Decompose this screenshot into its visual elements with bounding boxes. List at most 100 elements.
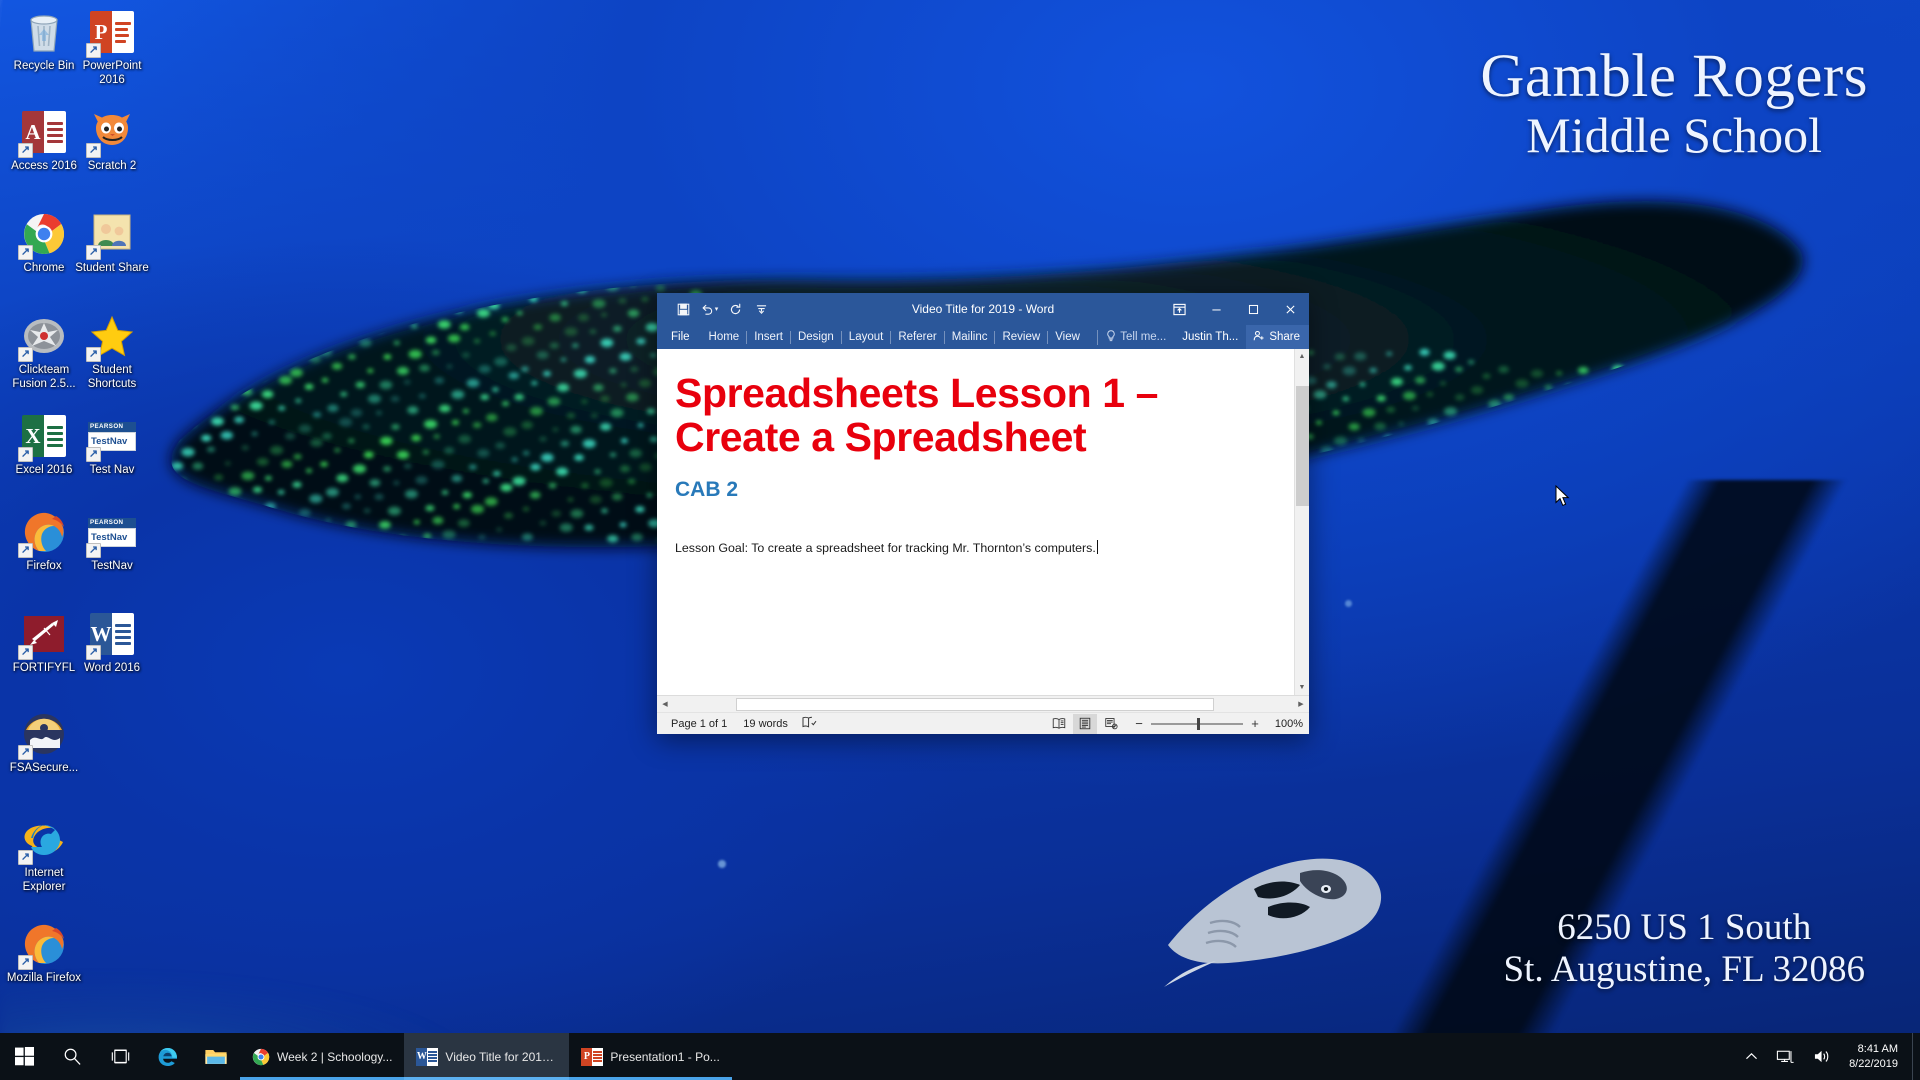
- show-hidden-icons-chevron[interactable]: [1736, 1033, 1767, 1080]
- vertical-scroll-thumb[interactable]: [1295, 386, 1309, 506]
- pearson-testnav-icon: PEARSON TestNav: [86, 508, 136, 558]
- document-body-area[interactable]: Spreadsheets Lesson 1 – Create a Spreads…: [657, 349, 1309, 695]
- shortcut-overlay-icon: [18, 245, 33, 260]
- edge-icon[interactable]: [144, 1033, 192, 1080]
- taskbar-task-label: Presentation1 - Po...: [610, 1049, 720, 1064]
- scroll-right-arrow-icon[interactable]: ▶: [1293, 697, 1309, 712]
- volume-icon[interactable]: [1804, 1033, 1841, 1080]
- zoom-in-button[interactable]: +: [1249, 716, 1261, 731]
- shortcut-overlay-icon: [18, 347, 33, 362]
- taskbar-clock[interactable]: 8:41 AM 8/22/2019: [1841, 1033, 1912, 1080]
- view-mode-buttons[interactable]: [1047, 713, 1123, 734]
- show-desktop-button[interactable]: [1912, 1033, 1920, 1080]
- scroll-down-arrow-icon[interactable]: ▼: [1294, 680, 1309, 695]
- desktop-icon-word-2016[interactable]: W Word 2016: [74, 610, 150, 676]
- system-tray[interactable]: 8:41 AM 8/22/2019: [1736, 1033, 1920, 1080]
- window-control-buttons[interactable]: [1161, 293, 1309, 325]
- desktop-icon-fsasecure[interactable]: FSASecure...: [6, 710, 82, 776]
- document-page[interactable]: Spreadsheets Lesson 1 – Create a Spreads…: [657, 349, 1294, 695]
- word-ribbon-tabs[interactable]: File Home Insert Design Layout Referer Mailin…: [657, 325, 1309, 349]
- undo-icon[interactable]: ▾: [697, 297, 721, 321]
- zoom-control[interactable]: − + 100%: [1133, 716, 1303, 731]
- proofing-errors-icon[interactable]: [796, 716, 823, 732]
- start-button[interactable]: [0, 1033, 48, 1080]
- desktop-icon-student-shortcuts[interactable]: Student Shortcuts: [74, 312, 150, 391]
- ribbon-tab-design[interactable]: Design: [789, 330, 841, 344]
- horizontal-scroll-track[interactable]: [674, 697, 1292, 711]
- taskbar-task-week-2-schoology[interactable]: Week 2 | Schoology...: [240, 1033, 405, 1080]
- file-explorer-icon[interactable]: [192, 1033, 240, 1080]
- shortcut-overlay-icon: [18, 543, 33, 558]
- word-status-bar[interactable]: Page 1 of 1 19 words − + 100%: [657, 712, 1309, 734]
- web-layout-view-button[interactable]: [1099, 714, 1123, 734]
- tab-file[interactable]: File: [657, 331, 702, 343]
- clock-date: 8/22/2019: [1849, 1057, 1898, 1070]
- school-name-line1: Gamble Rogers: [1480, 43, 1868, 110]
- recycle-bin-icon: [20, 8, 68, 56]
- taskbar-task-label: Week 2 | Schoology...: [277, 1049, 393, 1064]
- horizontal-scroll-thumb[interactable]: [736, 697, 1214, 711]
- shortcut-overlay-icon: [18, 447, 33, 462]
- ribbon-tab-review[interactable]: Review: [994, 330, 1047, 344]
- desktop-icon-test-nav[interactable]: PEARSON TestNav Test Nav: [74, 412, 150, 478]
- taskbar-task-list[interactable]: Week 2 | Schoology... W Video Title for …: [240, 1033, 732, 1080]
- zoom-slider-knob[interactable]: [1197, 717, 1200, 730]
- ribbon-tab-insert[interactable]: Insert: [746, 330, 790, 344]
- desktop-icon-label: Student Shortcuts: [87, 364, 137, 390]
- share-button[interactable]: Share: [1246, 325, 1309, 349]
- page-count-status[interactable]: Page 1 of 1: [663, 718, 735, 730]
- desktop-icon-mozilla-firefox[interactable]: Mozilla Firefox: [6, 920, 82, 986]
- document-vertical-scrollbar[interactable]: ▲ ▼: [1294, 349, 1309, 695]
- desktop-icon-grid: Recycle Bin P PowerPoint 2016 A Access 2…: [0, 0, 170, 1030]
- taskbar-task-video-title-for-2019[interactable]: W Video Title for 2019...: [404, 1033, 570, 1080]
- desktop-icon-powerpoint-2016[interactable]: P PowerPoint 2016: [74, 8, 150, 87]
- save-icon[interactable]: [671, 297, 695, 321]
- shortcut-overlay-icon: [86, 143, 101, 158]
- ribbon-display-options-icon[interactable]: [1161, 293, 1198, 325]
- zoom-level-label[interactable]: 100%: [1269, 718, 1303, 730]
- network-icon[interactable]: [1767, 1033, 1804, 1080]
- desktop-icon-internet-explorer[interactable]: Internet Explorer: [6, 815, 82, 894]
- taskbar-task-presentation1-po[interactable]: P Presentation1 - Po...: [569, 1033, 732, 1080]
- word-title-bar[interactable]: ▾ Video Title for 2019 - Word: [657, 293, 1309, 325]
- customize-quick-access-toolbar-icon[interactable]: [749, 297, 773, 321]
- vertical-scroll-track[interactable]: [1294, 364, 1309, 680]
- word-icon: W: [416, 1047, 439, 1066]
- ribbon-tab-home[interactable]: Home: [702, 331, 747, 344]
- ribbon-tab-list[interactable]: Home Insert Design Layout Referer Mailinc Revi…: [702, 330, 1087, 344]
- scroll-left-arrow-icon[interactable]: ◀: [657, 697, 673, 712]
- close-button[interactable]: [1272, 293, 1309, 325]
- search-icon[interactable]: [48, 1033, 96, 1080]
- powerpoint-icon: P: [86, 8, 136, 58]
- account-name[interactable]: Justin Th...: [1174, 331, 1246, 343]
- desktop[interactable]: Gamble Rogers Middle School 6250 US 1 So…: [0, 0, 1920, 1080]
- word-application-window[interactable]: ▾ Video Title for 2019 - Word File Home …: [657, 293, 1309, 734]
- document-title-text: Spreadsheets Lesson 1 – Create a Spreads…: [675, 370, 1159, 461]
- desktop-icon-scratch-2[interactable]: Scratch 2: [74, 108, 150, 174]
- read-mode-view-button[interactable]: [1047, 714, 1071, 734]
- desktop-icon-label: Internet Explorer: [22, 867, 66, 893]
- zoom-out-button[interactable]: −: [1133, 716, 1145, 731]
- quick-access-toolbar[interactable]: ▾: [657, 297, 773, 321]
- clickteam-fusion-icon: [18, 312, 68, 362]
- ribbon-tab-referer[interactable]: Referer: [890, 330, 943, 344]
- desktop-icon-student-share[interactable]: Student Share: [74, 210, 150, 276]
- minimize-button[interactable]: [1198, 293, 1235, 325]
- ribbon-tab-mailinc[interactable]: Mailinc: [943, 330, 995, 344]
- ribbon-tab-layout[interactable]: Layout: [840, 330, 891, 344]
- scroll-up-arrow-icon[interactable]: ▲: [1294, 349, 1309, 364]
- zoom-slider[interactable]: [1151, 717, 1243, 730]
- document-horizontal-scrollbar[interactable]: ◀ ▶: [657, 695, 1309, 712]
- desktop-icon-testnav[interactable]: PEARSON TestNav TestNav: [74, 508, 150, 574]
- maximize-button[interactable]: [1235, 293, 1272, 325]
- school-address-watermark: 6250 US 1 South St. Augustine, FL 32086: [1504, 907, 1865, 990]
- word-count-status[interactable]: 19 words: [735, 718, 796, 730]
- tell-me-search[interactable]: Tell me...: [1097, 329, 1174, 345]
- task-view-icon[interactable]: [96, 1033, 144, 1080]
- print-layout-view-button[interactable]: [1073, 713, 1097, 734]
- windows-taskbar[interactable]: Week 2 | Schoology... W Video Title for …: [0, 1033, 1920, 1080]
- ribbon-tab-view[interactable]: View: [1047, 330, 1087, 344]
- firefox-icon: [18, 508, 68, 558]
- redo-icon[interactable]: [723, 297, 747, 321]
- desktop-icon-label: Word 2016: [83, 662, 141, 674]
